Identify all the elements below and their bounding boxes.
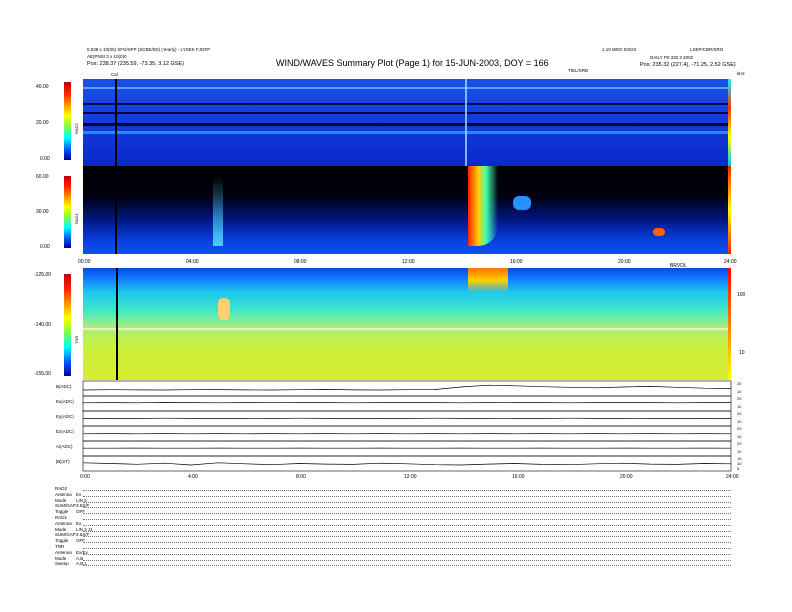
series-line xyxy=(82,401,731,404)
settings-dotline xyxy=(83,501,731,503)
settings-dotline xyxy=(83,519,731,520)
settings-label: RAD2 xyxy=(55,486,68,491)
series-right-tick: 5 xyxy=(737,466,740,471)
lines-xtick: 0:00 xyxy=(80,474,90,480)
settings-label: Toggle xyxy=(55,538,69,544)
settings-dotline xyxy=(83,536,731,538)
settings-dotline xyxy=(83,524,731,526)
settings-label: Antenna xyxy=(55,520,72,526)
series-label: Ez(ADC) xyxy=(56,429,74,434)
lines-xtick: 20:00 xyxy=(620,474,633,480)
settings-dotline xyxy=(83,513,731,515)
settings-label: TNR xyxy=(55,544,65,549)
series-right-tick: 20 xyxy=(737,411,742,416)
series-frame xyxy=(82,395,732,412)
lines-xtick: 12:00 xyxy=(404,474,417,480)
series-right-tick: 20 xyxy=(737,426,742,431)
settings-label: Sweep xyxy=(55,561,69,567)
lines-xtick: 8:00 xyxy=(296,474,306,480)
series-right-tick: 10 xyxy=(737,388,742,394)
settings-dotline xyxy=(83,553,731,555)
settings-label: Mode xyxy=(55,526,67,532)
settings-dotline xyxy=(83,559,731,561)
series-frame xyxy=(82,380,732,397)
series-right-tick: 10 xyxy=(737,418,742,424)
settings-dotline xyxy=(83,542,731,544)
series-right-tick: 10 xyxy=(737,403,742,409)
series-label: B(ADC) xyxy=(56,384,72,389)
line-series-group xyxy=(82,380,732,472)
series-label: |B|(nT) xyxy=(56,459,70,464)
settings-value: Ex xyxy=(76,520,82,526)
settings-dotline xyxy=(83,530,731,532)
series-label: Ex(ADC) xyxy=(56,399,74,404)
settings-label: RAD1 xyxy=(55,515,68,520)
settings-label: Toggle xyxy=(55,509,69,515)
settings-label: Antenna xyxy=(55,491,72,497)
settings-label: SUM/GAP xyxy=(55,503,76,509)
series-right-tick: 10 xyxy=(737,448,742,454)
settings-label: Mode xyxy=(55,497,67,503)
series-line xyxy=(82,384,732,391)
settings-dotline xyxy=(83,507,731,509)
settings-value: Ex xyxy=(76,491,82,497)
settings-dotline xyxy=(83,495,731,497)
line-plots xyxy=(82,380,732,472)
settings-label: Antenna xyxy=(55,549,72,555)
series-right-tick: 10 xyxy=(737,433,742,439)
series-right-tick: 20 xyxy=(737,381,742,386)
settings-dotline xyxy=(83,565,731,567)
series-right-tick: 20 xyxy=(737,441,742,446)
settings-dotline xyxy=(83,490,731,491)
series-right-tick: 20 xyxy=(737,396,742,401)
lines-xtick: 16:00 xyxy=(512,474,525,480)
series-line xyxy=(82,462,732,466)
settings-label: SUM/GAP xyxy=(55,532,76,538)
series-label: Ey(ADC) xyxy=(56,414,74,419)
settings-dotline xyxy=(83,548,731,549)
lines-xtick: 24:00 xyxy=(726,474,739,480)
settings-label: Mode xyxy=(55,555,67,561)
lines-xtick: 4:00 xyxy=(188,474,198,480)
series-label: Ai(ADC) xyxy=(56,444,73,449)
